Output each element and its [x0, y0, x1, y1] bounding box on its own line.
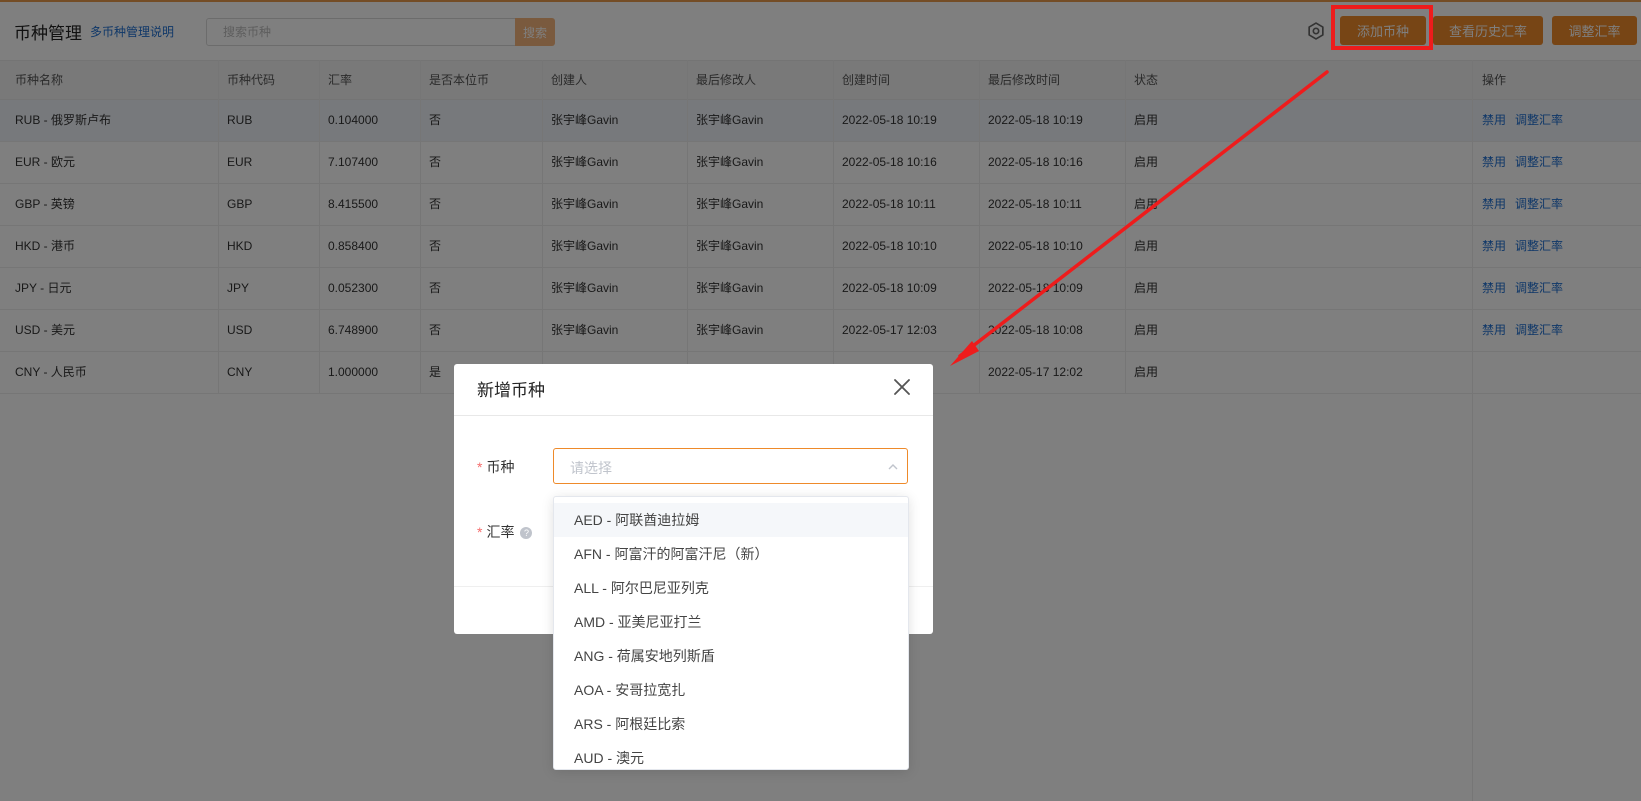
chevron-up-icon — [888, 464, 898, 470]
rate-label-text: 汇率 — [486, 524, 515, 540]
currency-select[interactable]: 请选择 — [553, 448, 908, 484]
dropdown-option[interactable]: AFN - 阿富汗的阿富汗尼（新） — [554, 537, 908, 571]
dropdown-option[interactable]: ANG - 荷属安地列斯盾 — [554, 639, 908, 673]
dropdown-option[interactable]: ALL - 阿尔巴尼亚列克 — [554, 571, 908, 605]
close-icon[interactable] — [892, 377, 912, 397]
rate-field-label: * 汇率? — [477, 522, 533, 542]
required-mark: * — [477, 459, 483, 475]
required-mark: * — [477, 524, 483, 540]
currency-field-label: * 币种 — [477, 457, 514, 477]
dropdown-option[interactable]: AUD - 澳元 — [554, 741, 908, 769]
help-circle-icon[interactable]: ? — [520, 527, 533, 539]
dialog-title: 新增币种 — [477, 381, 545, 400]
dropdown-option[interactable]: ARS - 阿根廷比索 — [554, 707, 908, 741]
dialog-divider — [454, 415, 933, 416]
dropdown-list: AED - 阿联酋迪拉姆 AFN - 阿富汗的阿富汗尼（新） ALL - 阿尔巴… — [554, 503, 908, 769]
dropdown-option[interactable]: AOA - 安哥拉宽扎 — [554, 673, 908, 707]
select-placeholder: 请选择 — [570, 460, 612, 476]
dropdown-option[interactable]: AMD - 亚美尼亚打兰 — [554, 605, 908, 639]
currency-dropdown: AED - 阿联酋迪拉姆 AFN - 阿富汗的阿富汗尼（新） ALL - 阿尔巴… — [553, 496, 909, 770]
dropdown-option[interactable]: AED - 阿联酋迪拉姆 — [554, 503, 908, 537]
currency-label-text: 币种 — [486, 459, 515, 475]
